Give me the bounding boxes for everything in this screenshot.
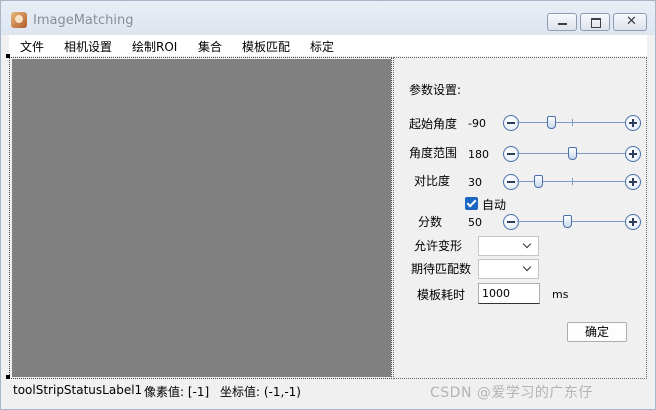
increase-icon[interactable] xyxy=(625,174,641,190)
app-window: ImageMatching ✕ 文件 相机设置 绘制ROI 集合 模板匹配 标定… xyxy=(0,0,656,410)
auto-checkbox[interactable] xyxy=(465,197,478,210)
auto-checkbox-label: 自动 xyxy=(482,198,507,212)
template-time-label: 模板耗时 xyxy=(417,288,466,302)
score-label: 分数 xyxy=(418,215,443,229)
decrease-icon[interactable] xyxy=(503,174,519,190)
start-angle-label: 起始角度 xyxy=(409,117,458,131)
score-value: 50 xyxy=(468,216,482,229)
slider-thumb[interactable] xyxy=(546,116,556,129)
image-canvas[interactable] xyxy=(12,59,391,377)
app-icon xyxy=(11,12,27,28)
expected-matches-label: 期待匹配数 xyxy=(411,262,472,276)
menu-calibration[interactable]: 标定 xyxy=(310,38,334,55)
start-angle-slider[interactable] xyxy=(503,114,641,132)
allow-deform-combo[interactable] xyxy=(478,236,539,256)
chevron-down-icon xyxy=(522,239,532,249)
increase-icon[interactable] xyxy=(625,146,641,162)
ok-button[interactable]: 确定 xyxy=(567,322,627,342)
menu-bar: 文件 相机设置 绘制ROI 集合 模板匹配 标定 xyxy=(9,35,647,56)
minimize-button[interactable] xyxy=(547,13,577,31)
resize-handle[interactable] xyxy=(6,54,10,58)
angle-range-label: 角度范围 xyxy=(409,146,458,160)
watermark: CSDN @爱学习的广东仔 xyxy=(430,385,593,401)
slider-thumb[interactable] xyxy=(568,147,577,160)
score-slider[interactable] xyxy=(503,213,641,231)
allow-deform-label: 允许变形 xyxy=(414,239,463,253)
pixel-value-label: 像素值: [-1] xyxy=(144,385,210,399)
decrease-icon[interactable] xyxy=(503,214,519,230)
slider-thumb[interactable] xyxy=(534,175,544,188)
decrease-icon[interactable] xyxy=(503,115,519,131)
menu-camera-settings[interactable]: 相机设置 xyxy=(64,38,112,55)
start-angle-value: -90 xyxy=(468,117,486,130)
angle-range-slider[interactable] xyxy=(503,145,641,163)
expected-matches-combo[interactable] xyxy=(478,259,539,279)
contrast-slider[interactable] xyxy=(503,173,641,191)
contrast-value: 30 xyxy=(468,176,482,189)
template-time-input[interactable] xyxy=(479,284,539,303)
close-button[interactable]: ✕ xyxy=(613,13,647,31)
image-display-frame xyxy=(9,57,392,379)
increase-icon[interactable] xyxy=(625,115,641,131)
resize-handle[interactable] xyxy=(6,375,10,379)
slider-tick xyxy=(572,119,573,126)
coordinate-label: 坐标值: (-1,-1) xyxy=(220,385,301,399)
template-time-field[interactable] xyxy=(478,283,540,304)
chevron-down-icon xyxy=(522,262,532,272)
slider-thumb[interactable] xyxy=(562,215,572,228)
parameter-settings-heading: 参数设置: xyxy=(409,83,462,97)
menu-file[interactable]: 文件 xyxy=(20,38,44,55)
template-time-unit: ms xyxy=(552,288,569,301)
status-label: toolStripStatusLabel1 xyxy=(13,383,143,397)
decrease-icon[interactable] xyxy=(503,146,519,162)
increase-icon[interactable] xyxy=(625,214,641,230)
title-bar[interactable]: ImageMatching ✕ xyxy=(1,1,655,35)
angle-range-value: 180 xyxy=(468,148,489,161)
contrast-label: 对比度 xyxy=(414,174,451,188)
slider-track xyxy=(517,221,627,222)
slider-tick xyxy=(572,178,573,185)
maximize-button[interactable] xyxy=(580,13,610,31)
menu-template-matching[interactable]: 模板匹配 xyxy=(242,38,290,55)
menu-draw-roi[interactable]: 绘制ROI xyxy=(132,38,177,55)
close-icon: ✕ xyxy=(626,14,637,29)
menu-collection[interactable]: 集合 xyxy=(198,38,222,55)
window-title: ImageMatching xyxy=(33,13,134,28)
